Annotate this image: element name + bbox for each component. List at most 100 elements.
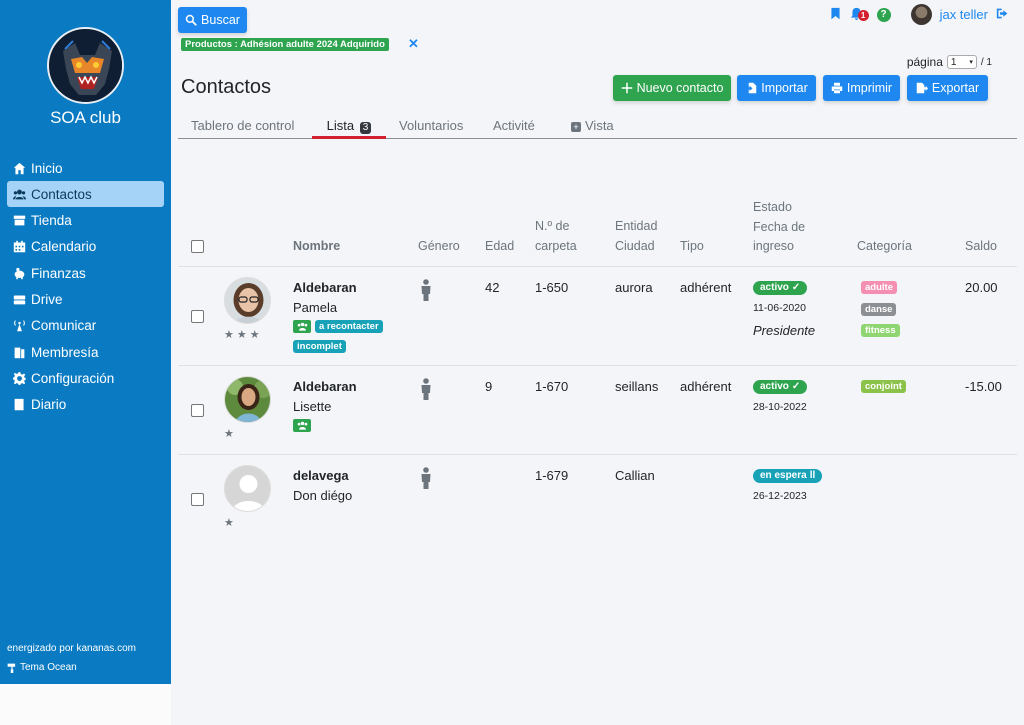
contact-tag: a recontacter	[315, 320, 383, 333]
new-contact-button[interactable]: Nuevo contacto	[613, 75, 731, 101]
notifications-bell-icon[interactable]: 1	[850, 7, 869, 23]
sidebar-item-comunicar[interactable]: Comunicar	[7, 313, 164, 339]
select-all-checkbox[interactable]	[191, 240, 204, 253]
contact-photo[interactable]	[224, 376, 271, 423]
pagination: página 1 ▾ / 1	[907, 55, 992, 69]
contact-photo-placeholder[interactable]	[224, 465, 271, 512]
tab-volunteers[interactable]: Voluntarios	[399, 118, 463, 139]
column-status-line3: ingreso	[753, 239, 794, 253]
chevron-down-icon: ▾	[969, 59, 973, 66]
page-select[interactable]: 1 ▾	[946, 55, 977, 69]
contact-folder: 1-650	[535, 280, 569, 295]
sidebar-item-label: Tienda	[31, 213, 72, 229]
sidebar-item-label: Membresía	[31, 344, 99, 360]
view-tabs: Tablero de control Lista 3 Voluntarios A…	[178, 118, 1017, 139]
sidebar-item-drive[interactable]: Drive	[7, 286, 164, 312]
contact-last-name[interactable]: Aldebaran	[293, 379, 357, 394]
page-title: Contactos	[181, 76, 272, 98]
main-content: Buscar Productos : Adhésion adulte 2024 …	[171, 0, 1024, 725]
export-button[interactable]: Exportar	[907, 75, 988, 101]
column-folder-line1: N.º de	[535, 219, 570, 233]
journal-icon	[11, 398, 27, 412]
contact-tag: incomplet	[293, 340, 346, 353]
page-select-value: 1	[950, 56, 957, 68]
contact-first-name: Lisette	[293, 399, 332, 414]
store-icon	[11, 214, 27, 228]
search-button[interactable]: Buscar	[178, 7, 247, 33]
import-button[interactable]: Importar	[737, 75, 816, 101]
logout-icon[interactable]	[996, 7, 1009, 23]
column-status-line2: Fecha de	[753, 219, 806, 234]
tab-dashboard[interactable]: Tablero de control	[191, 118, 294, 139]
status-badge: activo ✓	[753, 281, 808, 295]
calendar-icon	[11, 240, 27, 254]
person-gender-icon	[418, 279, 434, 301]
status-badge: en espera ll	[753, 469, 823, 483]
remove-filter-icon[interactable]: ✕	[408, 36, 419, 52]
tab-list[interactable]: Lista 3	[312, 118, 386, 139]
sidebar-item-membresia[interactable]: Membresía	[7, 339, 164, 365]
join-date: 28-10-2022	[753, 401, 807, 413]
sidebar-item-calendario[interactable]: Calendario	[7, 234, 164, 260]
powered-by[interactable]: energizado por kananas.com	[7, 643, 136, 654]
membership-icon	[11, 345, 27, 359]
bookmark-icon[interactable]	[829, 7, 842, 23]
column-balance[interactable]: Saldo	[965, 237, 997, 257]
rating-stars: ★	[224, 517, 237, 529]
row-checkbox[interactable]	[191, 310, 204, 323]
piggy-bank-icon	[11, 266, 27, 280]
join-date: 26-12-2023	[753, 490, 807, 502]
row-checkbox[interactable]	[191, 493, 204, 506]
tab-list-count: 3	[359, 122, 372, 134]
sidebar-item-label: Drive	[31, 291, 63, 307]
contact-age: 42	[485, 280, 500, 295]
tab-activity[interactable]: Activité	[493, 118, 535, 139]
sidebar-item-label: Configuración	[31, 370, 115, 386]
active-filter-chip: Productos : Adhésion adulte 2024 Adquiri…	[181, 38, 389, 51]
column-name[interactable]: Nombre	[293, 237, 340, 257]
sidebar-item-inicio[interactable]: Inicio	[7, 155, 164, 181]
pause-icon: ll	[809, 470, 816, 481]
contact-last-name[interactable]: delavega	[293, 468, 349, 483]
users-icon	[11, 187, 27, 201]
help-icon[interactable]: ?	[876, 7, 891, 22]
notifications-count: 1	[857, 9, 869, 21]
column-type[interactable]: Tipo	[680, 237, 704, 257]
export-label: Exportar	[931, 81, 980, 95]
contact-folder: 1-670	[535, 379, 569, 394]
person-gender-icon	[418, 378, 434, 400]
column-entity-line1: Entidad	[615, 219, 658, 233]
user-avatar[interactable]	[910, 4, 932, 25]
pager-total: / 1	[980, 56, 992, 68]
sidebar-item-diario[interactable]: Diario	[7, 392, 164, 418]
sidebar-item-label: Diario	[31, 397, 67, 413]
column-status[interactable]: Estado Fecha de ingreso	[753, 198, 805, 257]
theme-switcher[interactable]: Tema Ocean	[7, 662, 77, 673]
column-category[interactable]: Categoría	[857, 237, 912, 257]
club-logo[interactable]	[47, 27, 124, 104]
row-checkbox[interactable]	[191, 404, 204, 417]
user-name[interactable]: jax teller	[940, 7, 988, 22]
contact-photo[interactable]	[224, 277, 271, 324]
rating-stars: ★	[224, 428, 237, 440]
tab-view[interactable]: + Vista	[571, 118, 614, 139]
check-icon: ✓	[791, 282, 801, 293]
pager-label: página	[906, 55, 943, 69]
column-folder[interactable]: N.º de carpeta	[535, 217, 577, 256]
sidebar-item-configuracion[interactable]: Configuración	[7, 365, 164, 391]
sidebar-item-finanzas[interactable]: Finanzas	[7, 260, 164, 286]
search-icon	[185, 14, 197, 26]
column-gender[interactable]: Género	[418, 237, 460, 257]
plus-icon	[621, 82, 632, 94]
sidebar-item-tienda[interactable]: Tienda	[7, 208, 164, 234]
family-group-icon	[293, 419, 311, 432]
print-button[interactable]: Imprimir	[823, 75, 900, 101]
column-entity-line2: Ciudad	[615, 238, 655, 253]
sidebar-nav: Inicio Contactos Tienda Calendario Finan…	[7, 155, 164, 418]
club-name: SOA club	[50, 108, 121, 127]
column-age[interactable]: Edad	[485, 237, 514, 257]
contact-last-name[interactable]: Aldebaran	[293, 280, 357, 295]
sidebar-item-contactos[interactable]: Contactos	[7, 181, 164, 208]
column-entity[interactable]: Entidad Ciudad	[615, 217, 657, 256]
category-tag: adulte	[861, 281, 897, 294]
